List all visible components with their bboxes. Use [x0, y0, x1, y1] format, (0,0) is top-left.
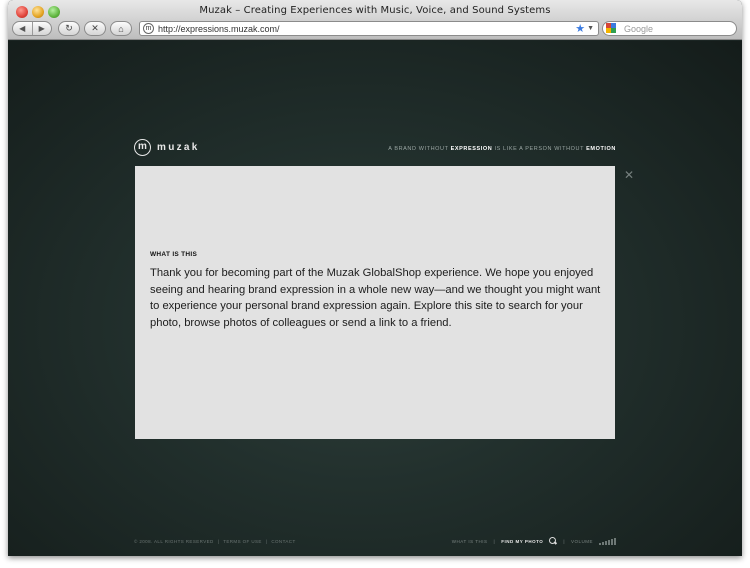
- panel-body: Thank you for becoming part of the Muzak…: [150, 267, 601, 329]
- footer-divider: |: [217, 539, 220, 544]
- footer-left: © 2008. ALL RIGHTS RESERVED | TERMS OF U…: [134, 539, 296, 544]
- forward-button[interactable]: ▶: [33, 24, 52, 33]
- bookmark-star-icon[interactable]: ★: [575, 22, 585, 35]
- volume-label: VOLUME: [570, 538, 593, 544]
- close-icon[interactable]: ✕: [624, 168, 634, 182]
- copyright-text: © 2008. ALL RIGHTS RESERVED: [134, 539, 214, 544]
- google-icon[interactable]: [606, 23, 620, 34]
- tagline-part2: IS LIKE A PERSON WITHOUT: [492, 146, 587, 152]
- back-forward-group: ◀ ▶: [12, 21, 52, 36]
- address-bar[interactable]: m http://expressions.muzak.com/ ★ ▼: [139, 21, 599, 36]
- url-text[interactable]: http://expressions.muzak.com/: [158, 24, 575, 34]
- panel-heading: WHAT IS THIS: [150, 251, 198, 258]
- muzak-logo[interactable]: m muzak: [134, 139, 200, 156]
- logo-text: muzak: [157, 142, 200, 153]
- home-button[interactable]: ⌂: [110, 21, 132, 36]
- tagline-bold1: EXPRESSION: [450, 146, 493, 152]
- info-panel: WHAT IS THIS Thank you for becoming part…: [135, 166, 615, 439]
- terms-link[interactable]: TERMS OF USE: [223, 539, 262, 544]
- window-title: Muzak – Creating Experiences with Music,…: [199, 5, 551, 16]
- favicon-icon: m: [143, 23, 154, 34]
- footer-divider: |: [265, 539, 268, 544]
- search-placeholder[interactable]: Google: [624, 24, 653, 34]
- browser-titlebar: Muzak – Creating Experiences with Music,…: [8, 0, 742, 40]
- find-my-photo-link[interactable]: FIND MY PHOTO: [501, 539, 543, 544]
- tagline-bold2: EMOTION: [586, 146, 616, 152]
- contact-link[interactable]: CONTACT: [271, 539, 295, 544]
- tagline: A BRAND WITHOUT EXPRESSION IS LIKE A PER…: [388, 146, 616, 152]
- volume-bars-icon[interactable]: [599, 537, 616, 545]
- search-icon[interactable]: [549, 537, 557, 545]
- footer-divider: |: [563, 538, 565, 544]
- back-button[interactable]: ◀: [13, 24, 32, 33]
- logo-mark-icon: m: [134, 139, 151, 156]
- search-field[interactable]: Google: [602, 21, 737, 36]
- what-is-this-link[interactable]: WHAT IS THIS: [452, 539, 488, 544]
- tagline-part1: A BRAND WITHOUT: [388, 146, 451, 152]
- stop-button[interactable]: ✕: [84, 21, 106, 36]
- footer-nav: WHAT IS THIS | FIND MY PHOTO | VOLUME: [452, 537, 616, 545]
- page-content: m muzak A BRAND WITHOUT EXPRESSION IS LI…: [8, 41, 742, 556]
- reload-button[interactable]: ↻: [58, 21, 80, 36]
- footer-divider: |: [493, 538, 496, 544]
- url-dropdown-icon[interactable]: ▼: [587, 25, 594, 32]
- browser-window: Muzak – Creating Experiences with Music,…: [8, 0, 742, 556]
